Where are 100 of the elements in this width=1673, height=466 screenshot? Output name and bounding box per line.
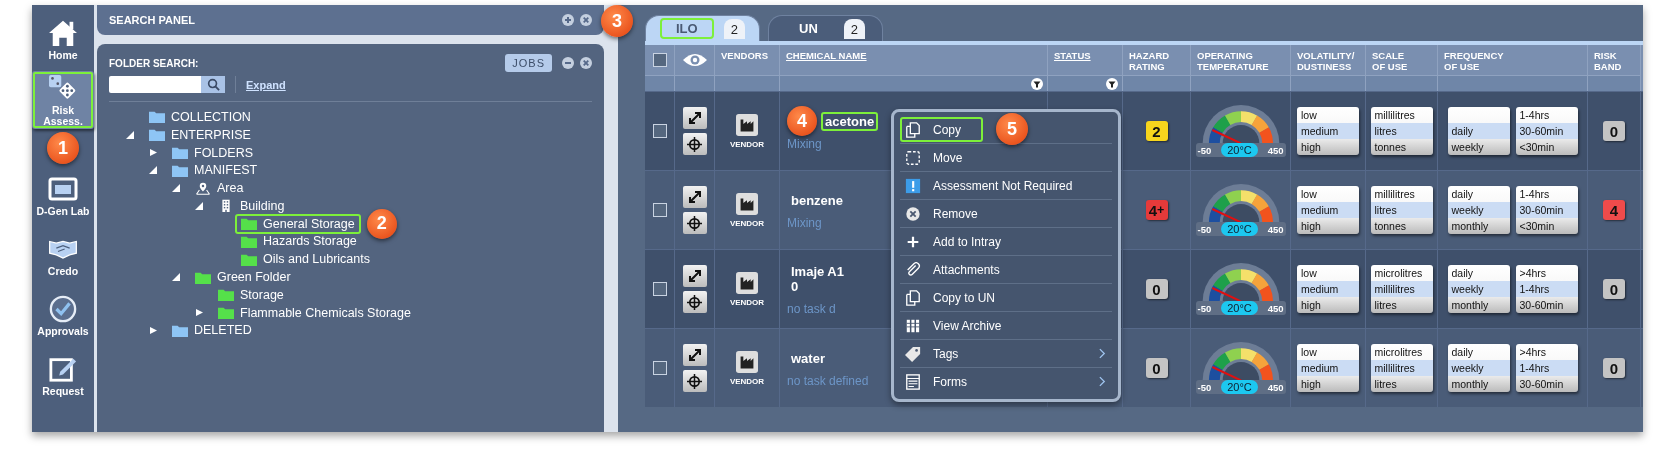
row-checkbox[interactable] <box>652 361 667 375</box>
nav-item[interactable]: Credo <box>32 227 94 285</box>
menu-item[interactable]: Move <box>900 145 985 170</box>
selector-option[interactable]: 30-60min <box>1515 376 1578 392</box>
selector-option[interactable]: tonnes <box>1370 139 1433 155</box>
expanded-arrow-icon[interactable] <box>172 184 180 193</box>
menu-item[interactable]: Add to Intray <box>900 229 1024 254</box>
locate-button[interactable] <box>682 291 707 313</box>
selector-option[interactable]: low <box>1297 107 1359 123</box>
selector-option[interactable]: microlitres <box>1370 265 1433 281</box>
selector-option[interactable]: weekly <box>1447 281 1510 297</box>
chemical-name[interactable]: acetone <box>821 111 879 131</box>
selector-option[interactable]: medium <box>1297 123 1359 139</box>
chemical-name[interactable]: benzene <box>787 190 847 210</box>
nav-item[interactable]: Risk Assess. <box>32 71 94 129</box>
selector-option[interactable]: medium <box>1297 360 1359 376</box>
selector-option[interactable]: daily <box>1447 123 1510 139</box>
selector-option[interactable]: low <box>1297 265 1359 281</box>
scale-selector[interactable]: millilitres litres tonnes <box>1370 107 1433 155</box>
selector-option[interactable]: medium <box>1297 202 1359 218</box>
nav-item[interactable]: Request <box>32 347 94 405</box>
selector-option[interactable]: litres <box>1370 297 1433 313</box>
expanded-arrow-icon[interactable] <box>126 130 134 139</box>
selector-option[interactable]: litres <box>1370 123 1433 139</box>
selector-option[interactable]: 1-4hrs <box>1515 281 1578 297</box>
tree-item[interactable]: Hazards Storage <box>235 231 363 252</box>
selector-option[interactable]: low <box>1297 344 1359 360</box>
collapsed-arrow-icon[interactable] <box>195 308 203 318</box>
expanded-arrow-icon[interactable] <box>172 273 180 282</box>
minimize-icon[interactable] <box>562 57 574 69</box>
selector-option[interactable]: litres <box>1370 376 1433 392</box>
select-all-checkbox[interactable] <box>652 53 667 67</box>
frequency-selector[interactable]: 1-4hrs 30-60min <30min <box>1515 186 1578 234</box>
expanded-arrow-icon[interactable] <box>195 201 203 210</box>
selector-option[interactable]: weekly <box>1447 360 1510 376</box>
selector-option[interactable]: 1-4hrs <box>1515 360 1578 376</box>
expand-link[interactable]: Expand <box>246 78 286 91</box>
selector-option[interactable]: >4hrs <box>1515 265 1578 281</box>
scale-selector[interactable]: microlitres millilitres litres <box>1370 265 1433 313</box>
selector-option[interactable]: weekly <box>1447 202 1510 218</box>
chemical-name[interactable]: water <box>787 348 829 368</box>
collapsed-arrow-icon[interactable] <box>149 325 157 335</box>
scale-selector[interactable]: millilitres litres tonnes <box>1370 186 1433 234</box>
selector-option[interactable]: 1-4hrs <box>1515 186 1578 202</box>
selector-option[interactable]: litres <box>1370 202 1433 218</box>
menu-item[interactable]: Assessment Not Required <box>900 173 1095 198</box>
selector-option[interactable]: 30-60min <box>1515 202 1578 218</box>
menu-item[interactable]: Forms <box>900 369 1112 394</box>
selector-option[interactable]: millilitres <box>1370 186 1433 202</box>
filter-icon[interactable] <box>1031 77 1043 90</box>
menu-item[interactable]: Remove <box>900 201 1000 226</box>
nav-item[interactable]: Home <box>32 11 94 69</box>
selector-option[interactable]: <30min <box>1515 139 1578 155</box>
tree-item[interactable]: MANIFEST <box>166 160 264 181</box>
search-button[interactable] <box>201 76 225 93</box>
locate-button[interactable] <box>682 133 707 155</box>
selector-option[interactable]: medium <box>1297 281 1359 297</box>
selector-option[interactable]: tonnes <box>1370 218 1433 234</box>
tree-item[interactable]: COLLECTION <box>143 106 257 127</box>
selector-option[interactable]: daily <box>1447 344 1510 360</box>
selector-option[interactable]: high <box>1297 297 1359 313</box>
selector-option[interactable]: millilitres <box>1370 281 1433 297</box>
volatility-selector[interactable]: low medium high <box>1297 344 1359 392</box>
expand-button[interactable] <box>682 344 707 366</box>
scale-selector[interactable]: microlitres millilitres litres <box>1370 344 1433 392</box>
nav-item[interactable]: Approvals <box>32 287 94 345</box>
nav-item[interactable]: D-Gen Lab <box>32 167 94 225</box>
frequency-selector[interactable]: 1-4hrs 30-60min <30min <box>1515 107 1578 155</box>
row-checkbox[interactable] <box>652 282 667 296</box>
selector-option[interactable]: microlitres <box>1370 344 1433 360</box>
selector-option[interactable]: low <box>1297 186 1359 202</box>
tab[interactable]: UN 2 <box>768 15 883 41</box>
menu-item[interactable]: View Archive <box>900 313 1024 338</box>
tree-item[interactable]: Oils and Lubricants <box>235 249 376 270</box>
menu-item[interactable]: Attachments <box>900 257 1022 282</box>
frequency-selector[interactable]: daily weekly <box>1447 107 1510 155</box>
selector-option[interactable]: high <box>1297 218 1359 234</box>
menu-item[interactable]: Tags <box>900 341 1112 366</box>
frequency-selector[interactable]: >4hrs 1-4hrs 30-60min <box>1515 344 1578 392</box>
selector-option[interactable]: millilitres <box>1370 360 1433 376</box>
volatility-selector[interactable]: low medium high <box>1297 265 1359 313</box>
selector-option[interactable]: 1-4hrs <box>1515 107 1578 123</box>
selector-option[interactable]: monthly <box>1447 297 1510 313</box>
volatility-selector[interactable]: low medium high <box>1297 186 1359 234</box>
volatility-selector[interactable]: low medium high <box>1297 107 1359 155</box>
row-checkbox[interactable] <box>652 124 667 138</box>
tree-item[interactable]: DELETED <box>166 320 258 341</box>
search-field[interactable] <box>109 76 201 93</box>
locate-button[interactable] <box>682 370 707 392</box>
chemical-name[interactable]: Imaje A1 0 <box>787 262 857 296</box>
expand-button[interactable] <box>682 265 707 287</box>
selector-option[interactable]: daily <box>1447 265 1510 281</box>
filter-icon[interactable] <box>1106 77 1118 90</box>
expanded-arrow-icon[interactable] <box>149 166 157 175</box>
row-checkbox[interactable] <box>652 203 667 217</box>
expand-button[interactable] <box>682 107 707 129</box>
tree-item[interactable]: FOLDERS <box>166 142 260 163</box>
frequency-selector[interactable]: daily weekly monthly <box>1447 186 1510 234</box>
tree-item[interactable]: ENTERPRISE <box>143 124 257 145</box>
selector-option[interactable]: daily <box>1447 186 1510 202</box>
